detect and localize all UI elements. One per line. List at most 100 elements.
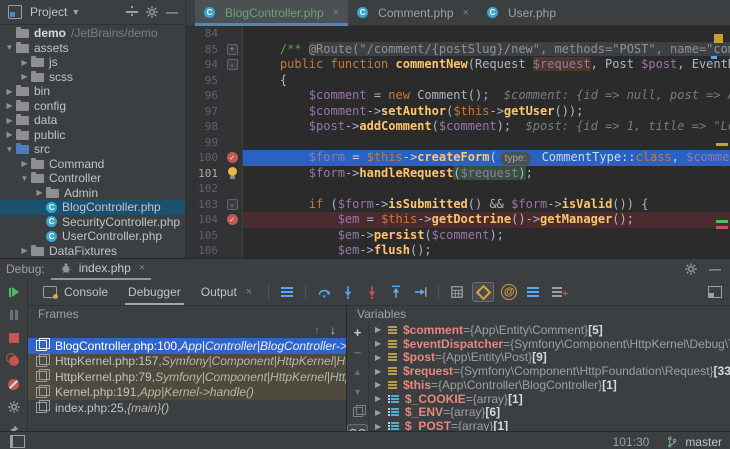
expand-arrow-icon[interactable]: ▶ (375, 394, 387, 403)
close-icon[interactable]: × (463, 7, 469, 19)
stack-frame-blogcontroller-php-100[interactable]: BlogController.php:100, App|Controller|B… (28, 338, 346, 354)
code-line-100[interactable]: 100 ✓ $form = $this->createForm(type: Com… (186, 150, 730, 166)
select-opened-file-icon[interactable] (123, 4, 141, 20)
resume-icon[interactable] (5, 284, 23, 300)
hide-panel-icon[interactable]: — (163, 4, 181, 20)
expand-arrow-icon[interactable]: ▶ (375, 367, 387, 376)
tree-item-data[interactable]: ▶ data (0, 113, 185, 128)
tree-item-usercontroller-php[interactable]: C UserController.php (0, 229, 185, 244)
tree-closed-arrow-icon[interactable]: ▶ (3, 87, 16, 96)
pause-icon[interactable] (5, 307, 23, 323)
expand-arrow-icon[interactable]: ▶ (375, 422, 387, 431)
git-branch-widget[interactable]: master (663, 434, 722, 449)
code-line-101[interactable]: 101 $form->handleRequest($request); (186, 165, 730, 181)
close-icon[interactable]: × (333, 7, 339, 19)
move-up-icon[interactable]: ↑ (314, 323, 320, 337)
code-line-96[interactable]: 96 $comment = new Comment(); $comment: {… (186, 88, 730, 104)
variable-row-this[interactable]: ▶ $this = {App\Controller\BlogController}… (369, 378, 730, 392)
hide-panel-icon[interactable]: — (706, 261, 724, 277)
code-line-97[interactable]: 97 $comment->setAuthor($this->getUser())… (186, 103, 730, 119)
chevron-down-icon[interactable]: ▼ (71, 7, 80, 17)
fold-collapse-icon[interactable]: ⌄ (226, 59, 238, 71)
show-values-icon[interactable] (524, 284, 542, 300)
step-into-icon[interactable] (339, 284, 357, 300)
debug-tab-debugger[interactable]: Debugger (121, 279, 188, 305)
variable-row-cookie[interactable]: ▶ $_COOKIE = {array} [1] (369, 392, 730, 406)
tree-open-arrow-icon[interactable]: ▼ (3, 43, 16, 52)
editor-tab-user-php[interactable]: C User.php (478, 0, 565, 25)
stack-frame-kernel-php-191[interactable]: Kernel.php:191, App|Kernel->handle() (28, 384, 346, 400)
duplicate-watch-icon[interactable] (349, 404, 367, 420)
force-step-into-icon[interactable] (363, 284, 381, 300)
tree-item-admin[interactable]: ▶ Admin (0, 186, 185, 201)
debug-tab-console[interactable]: Console (34, 279, 115, 305)
code-line-94[interactable]: 94 ⌄ public function commentNew(Request $… (186, 57, 730, 73)
debug-tab-output[interactable]: Output × (194, 279, 259, 305)
gear-icon[interactable] (682, 261, 700, 277)
step-over-icon[interactable] (315, 284, 333, 300)
tree-item-command[interactable]: ▶ Command (0, 157, 185, 172)
tree-closed-arrow-icon[interactable]: ▶ (3, 101, 16, 110)
remove-watch-icon[interactable]: − (349, 344, 367, 360)
tree-closed-arrow-icon[interactable]: ▶ (3, 130, 16, 139)
code-line-95[interactable]: 95 { (186, 72, 730, 88)
tree-item-assets[interactable]: ▼ assets (0, 41, 185, 56)
code-line-105[interactable]: 105 $em->persist($comment); (186, 227, 730, 243)
run-to-cursor-icon[interactable] (411, 284, 429, 300)
code-line-102[interactable]: 102 (186, 181, 730, 197)
debug-session-tab[interactable]: index.php × (50, 258, 152, 280)
stack-frame-httpkernel-php-79[interactable]: HttpKernel.php:79, Symfony|Component|Htt… (28, 369, 346, 385)
expand-arrow-icon[interactable]: ▶ (375, 353, 387, 362)
new-watch-icon[interactable]: + (548, 284, 568, 300)
tree-closed-arrow-icon[interactable]: ▶ (18, 246, 31, 255)
tree-item-scss[interactable]: ▶ scss (0, 70, 185, 85)
tree-item-securitycontroller-php[interactable]: C SecurityController.php (0, 215, 185, 230)
add-watch-icon[interactable]: + (349, 324, 367, 340)
code-line-85[interactable]: 85 + /** @Route("/comment/{postSlug}/new"… (186, 41, 730, 57)
expand-arrow-icon[interactable]: ▶ (375, 339, 387, 348)
code-line-84[interactable]: 84 (186, 26, 730, 42)
tree-item-public[interactable]: ▶ public (0, 128, 185, 143)
code-editor[interactable]: 84 85 + /** @Route("/comment/{postSlug}/ne… (186, 26, 730, 258)
code-line-103[interactable]: 103 ⌄ if ($form->isSubmitted() && $form->… (186, 196, 730, 212)
mute-breakpoints-icon[interactable] (5, 376, 23, 392)
evaluate-expression-icon[interactable] (448, 284, 466, 300)
layout-menu-icon[interactable] (278, 284, 296, 300)
tree-closed-arrow-icon[interactable]: ▶ (18, 72, 31, 81)
editor-tab-blogcontroller-php[interactable]: C BlogController.php × (195, 0, 349, 26)
close-icon[interactable]: × (139, 262, 145, 274)
view-breakpoints-icon[interactable] (5, 353, 23, 369)
toolwindow-toggle-icon[interactable] (8, 434, 26, 449)
gear-icon[interactable] (143, 4, 161, 20)
fold-expand-icon[interactable]: + (226, 43, 238, 55)
move-down-icon[interactable]: ▼ (349, 384, 367, 400)
lightbulb-icon[interactable] (227, 167, 237, 180)
editor-tab-comment-php[interactable]: C Comment.php × (348, 0, 478, 25)
tree-item-demo[interactable]: demo /JetBrains/demo (0, 26, 185, 41)
expand-arrow-icon[interactable]: ▶ (375, 325, 387, 334)
pin-icon[interactable] (5, 422, 23, 431)
project-panel-title[interactable]: Project (30, 5, 67, 19)
console-icon[interactable] (41, 284, 59, 300)
tree-open-arrow-icon[interactable]: ▼ (3, 145, 16, 154)
move-up-icon[interactable]: ▲ (349, 364, 367, 380)
step-out-icon[interactable] (387, 284, 405, 300)
tree-item-datafixtures[interactable]: ▶ DataFixtures (0, 244, 185, 259)
variable-row-comment[interactable]: ▶ $comment = {App\Entity\Comment} [5] (369, 323, 730, 337)
tree-closed-arrow-icon[interactable]: ▶ (18, 159, 31, 168)
expand-arrow-icon[interactable]: ▶ (375, 380, 387, 389)
variable-row-post[interactable]: ▶ $_POST = {array} [1] (369, 419, 730, 431)
close-icon[interactable]: × (246, 286, 252, 298)
code-line-99[interactable]: 99 (186, 134, 730, 150)
stop-icon[interactable] (5, 330, 23, 346)
stack-frame-httpkernel-php-157[interactable]: HttpKernel.php:157, Symfony|Component|Ht… (28, 353, 346, 369)
code-line-106[interactable]: 106 $em->flush(); (186, 243, 730, 258)
breakpoint-icon[interactable]: ✓ (226, 152, 238, 164)
tree-item-bin[interactable]: ▶ bin (0, 84, 185, 99)
layout-settings-icon[interactable] (706, 284, 724, 300)
move-down-icon[interactable]: ↓ (330, 323, 336, 337)
stack-frame-index-php-25[interactable]: index.php:25, {main}() (28, 400, 346, 416)
show-watches-icon[interactable] (347, 424, 369, 431)
code-line-104[interactable]: 104 ✓ $em = $this->getDoctrine()->getMana… (186, 212, 730, 228)
tree-open-arrow-icon[interactable]: ▼ (18, 174, 31, 183)
